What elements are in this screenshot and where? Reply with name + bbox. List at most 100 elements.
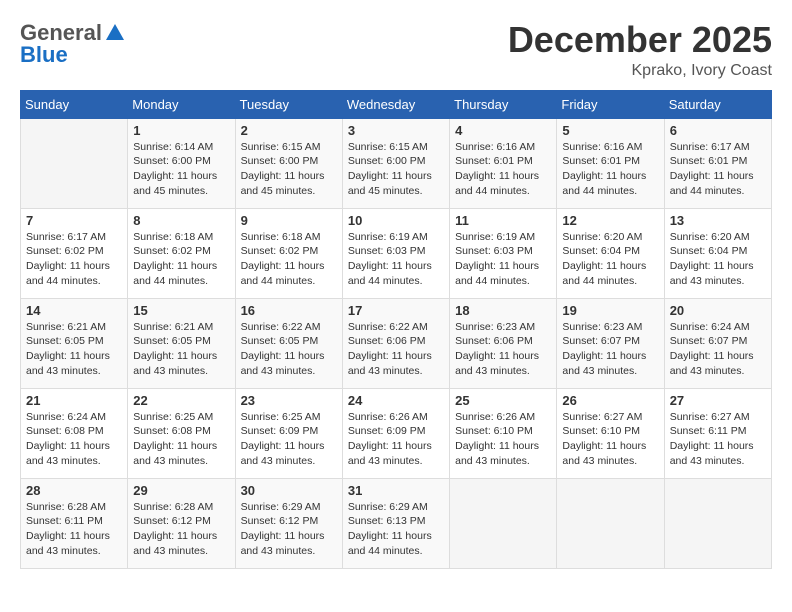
day-number: 12 xyxy=(562,213,658,228)
day-info: Sunrise: 6:29 AM Sunset: 6:13 PM Dayligh… xyxy=(348,500,444,559)
day-info: Sunrise: 6:20 AM Sunset: 6:04 PM Dayligh… xyxy=(670,230,766,289)
day-info: Sunrise: 6:26 AM Sunset: 6:09 PM Dayligh… xyxy=(348,410,444,469)
logo-icon xyxy=(104,22,126,44)
calendar-cell: 14 Sunrise: 6:21 AM Sunset: 6:05 PM Dayli… xyxy=(21,298,128,388)
day-number: 3 xyxy=(348,123,444,138)
day-number: 13 xyxy=(670,213,766,228)
day-number: 4 xyxy=(455,123,551,138)
day-number: 30 xyxy=(241,483,337,498)
calendar-cell: 10Sunrise: 6:19 AM Sunset: 6:03 PM Dayli… xyxy=(342,208,449,298)
calendar-cell: 15Sunrise: 6:21 AM Sunset: 6:05 PM Dayli… xyxy=(128,298,235,388)
day-number: 25 xyxy=(455,393,551,408)
day-info: Sunrise: 6:28 AM Sunset: 6:11 PM Dayligh… xyxy=(26,500,122,559)
calendar-cell: 30 Sunrise: 6:29 AM Sunset: 6:12 PM Dayli… xyxy=(235,478,342,568)
day-of-week-header: Sunday xyxy=(21,90,128,118)
calendar-cell: 24 Sunrise: 6:26 AM Sunset: 6:09 PM Dayli… xyxy=(342,388,449,478)
day-number: 10 xyxy=(348,213,444,228)
calendar-cell: 23 Sunrise: 6:25 AM Sunset: 6:09 PM Dayli… xyxy=(235,388,342,478)
calendar-cell: 18 Sunrise: 6:23 AM Sunset: 6:06 PM Dayli… xyxy=(450,298,557,388)
day-number: 11 xyxy=(455,213,551,228)
day-info: Sunrise: 6:15 AM Sunset: 6:00 PM Dayligh… xyxy=(241,140,337,199)
day-info: Sunrise: 6:29 AM Sunset: 6:12 PM Dayligh… xyxy=(241,500,337,559)
calendar-week-row: 21 Sunrise: 6:24 AM Sunset: 6:08 PM Dayli… xyxy=(21,388,772,478)
day-of-week-header: Monday xyxy=(128,90,235,118)
day-info: Sunrise: 6:26 AM Sunset: 6:10 PM Dayligh… xyxy=(455,410,551,469)
day-info: Sunrise: 6:24 AM Sunset: 6:07 PM Dayligh… xyxy=(670,320,766,379)
calendar-cell: 9 Sunrise: 6:18 AM Sunset: 6:02 PM Daylig… xyxy=(235,208,342,298)
day-info: Sunrise: 6:14 AM Sunset: 6:00 PM Dayligh… xyxy=(133,140,229,199)
calendar-cell: 28 Sunrise: 6:28 AM Sunset: 6:11 PM Dayli… xyxy=(21,478,128,568)
day-of-week-header: Saturday xyxy=(664,90,771,118)
day-number: 26 xyxy=(562,393,658,408)
calendar-cell: 1 Sunrise: 6:14 AM Sunset: 6:00 PM Daylig… xyxy=(128,118,235,208)
day-info: Sunrise: 6:17 AM Sunset: 6:02 PM Dayligh… xyxy=(26,230,122,289)
day-info: Sunrise: 6:21 AM Sunset: 6:05 PM Dayligh… xyxy=(26,320,122,379)
calendar-cell: 29Sunrise: 6:28 AM Sunset: 6:12 PM Dayli… xyxy=(128,478,235,568)
day-number: 21 xyxy=(26,393,122,408)
day-number: 9 xyxy=(241,213,337,228)
day-number: 1 xyxy=(133,123,229,138)
calendar-cell: 13 Sunrise: 6:20 AM Sunset: 6:04 PM Dayli… xyxy=(664,208,771,298)
calendar-cell: 16 Sunrise: 6:22 AM Sunset: 6:05 PM Dayli… xyxy=(235,298,342,388)
day-info: Sunrise: 6:27 AM Sunset: 6:10 PM Dayligh… xyxy=(562,410,658,469)
page-header: General Blue December 2025 Kprako, Ivory… xyxy=(20,20,772,80)
calendar-cell: 2Sunrise: 6:15 AM Sunset: 6:00 PM Daylig… xyxy=(235,118,342,208)
calendar-cell: 6 Sunrise: 6:17 AM Sunset: 6:01 PM Daylig… xyxy=(664,118,771,208)
day-info: Sunrise: 6:17 AM Sunset: 6:01 PM Dayligh… xyxy=(670,140,766,199)
day-number: 23 xyxy=(241,393,337,408)
day-info: Sunrise: 6:22 AM Sunset: 6:05 PM Dayligh… xyxy=(241,320,337,379)
day-number: 29 xyxy=(133,483,229,498)
day-number: 17 xyxy=(348,303,444,318)
title-block: December 2025 Kprako, Ivory Coast xyxy=(508,20,772,80)
calendar-cell xyxy=(557,478,664,568)
calendar-week-row: 1 Sunrise: 6:14 AM Sunset: 6:00 PM Daylig… xyxy=(21,118,772,208)
day-number: 31 xyxy=(348,483,444,498)
calendar-cell xyxy=(21,118,128,208)
day-number: 27 xyxy=(670,393,766,408)
day-info: Sunrise: 6:22 AM Sunset: 6:06 PM Dayligh… xyxy=(348,320,444,379)
day-info: Sunrise: 6:20 AM Sunset: 6:04 PM Dayligh… xyxy=(562,230,658,289)
calendar-cell: 26 Sunrise: 6:27 AM Sunset: 6:10 PM Dayli… xyxy=(557,388,664,478)
calendar-cell: 5Sunrise: 6:16 AM Sunset: 6:01 PM Daylig… xyxy=(557,118,664,208)
day-number: 18 xyxy=(455,303,551,318)
calendar-week-row: 28 Sunrise: 6:28 AM Sunset: 6:11 PM Dayli… xyxy=(21,478,772,568)
day-info: Sunrise: 6:15 AM Sunset: 6:00 PM Dayligh… xyxy=(348,140,444,199)
day-info: Sunrise: 6:23 AM Sunset: 6:06 PM Dayligh… xyxy=(455,320,551,379)
day-number: 7 xyxy=(26,213,122,228)
day-info: Sunrise: 6:24 AM Sunset: 6:08 PM Dayligh… xyxy=(26,410,122,469)
calendar-cell: 7 Sunrise: 6:17 AM Sunset: 6:02 PM Daylig… xyxy=(21,208,128,298)
calendar-cell: 3 Sunrise: 6:15 AM Sunset: 6:00 PM Daylig… xyxy=(342,118,449,208)
calendar-cell: 20Sunrise: 6:24 AM Sunset: 6:07 PM Dayli… xyxy=(664,298,771,388)
day-info: Sunrise: 6:19 AM Sunset: 6:03 PM Dayligh… xyxy=(455,230,551,289)
day-number: 16 xyxy=(241,303,337,318)
day-number: 6 xyxy=(670,123,766,138)
calendar-cell xyxy=(450,478,557,568)
calendar-week-row: 14 Sunrise: 6:21 AM Sunset: 6:05 PM Dayli… xyxy=(21,298,772,388)
day-number: 19 xyxy=(562,303,658,318)
calendar-cell: 4 Sunrise: 6:16 AM Sunset: 6:01 PM Daylig… xyxy=(450,118,557,208)
day-info: Sunrise: 6:18 AM Sunset: 6:02 PM Dayligh… xyxy=(133,230,229,289)
day-number: 15 xyxy=(133,303,229,318)
calendar-cell: 27 Sunrise: 6:27 AM Sunset: 6:11 PM Dayli… xyxy=(664,388,771,478)
day-number: 14 xyxy=(26,303,122,318)
day-info: Sunrise: 6:25 AM Sunset: 6:09 PM Dayligh… xyxy=(241,410,337,469)
logo: General Blue xyxy=(20,20,126,68)
day-of-week-header: Tuesday xyxy=(235,90,342,118)
day-info: Sunrise: 6:18 AM Sunset: 6:02 PM Dayligh… xyxy=(241,230,337,289)
calendar-cell: 8Sunrise: 6:18 AM Sunset: 6:02 PM Daylig… xyxy=(128,208,235,298)
calendar-week-row: 7 Sunrise: 6:17 AM Sunset: 6:02 PM Daylig… xyxy=(21,208,772,298)
day-info: Sunrise: 6:16 AM Sunset: 6:01 PM Dayligh… xyxy=(455,140,551,199)
day-info: Sunrise: 6:27 AM Sunset: 6:11 PM Dayligh… xyxy=(670,410,766,469)
calendar-cell: 22Sunrise: 6:25 AM Sunset: 6:08 PM Dayli… xyxy=(128,388,235,478)
month-title: December 2025 xyxy=(508,20,772,60)
logo-blue-text: Blue xyxy=(20,42,68,68)
day-number: 28 xyxy=(26,483,122,498)
calendar-table: SundayMondayTuesdayWednesdayThursdayFrid… xyxy=(20,90,772,569)
calendar-cell: 11 Sunrise: 6:19 AM Sunset: 6:03 PM Dayli… xyxy=(450,208,557,298)
calendar-cell: 19 Sunrise: 6:23 AM Sunset: 6:07 PM Dayli… xyxy=(557,298,664,388)
day-info: Sunrise: 6:23 AM Sunset: 6:07 PM Dayligh… xyxy=(562,320,658,379)
calendar-cell: 25 Sunrise: 6:26 AM Sunset: 6:10 PM Dayli… xyxy=(450,388,557,478)
day-number: 24 xyxy=(348,393,444,408)
calendar-cell xyxy=(664,478,771,568)
calendar-cell: 21 Sunrise: 6:24 AM Sunset: 6:08 PM Dayli… xyxy=(21,388,128,478)
